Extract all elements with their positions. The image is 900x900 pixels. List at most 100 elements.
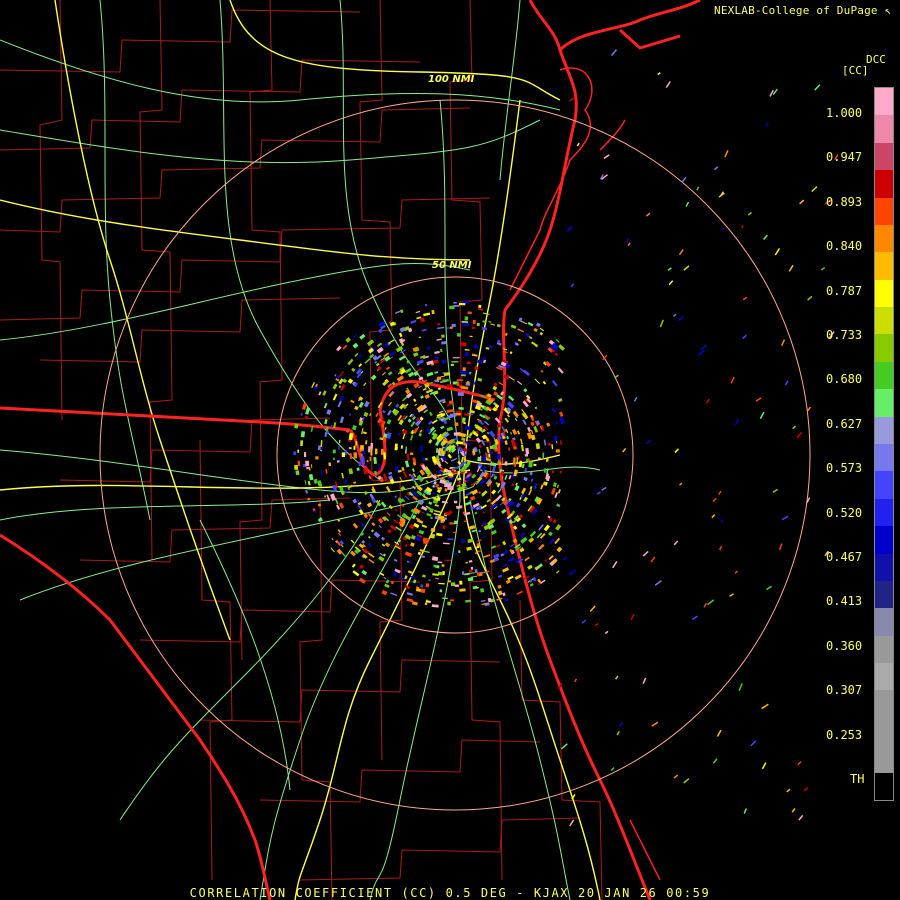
echo-gate xyxy=(462,367,466,371)
echo-gate xyxy=(460,370,468,375)
echo-gate xyxy=(305,460,310,467)
echo-gate xyxy=(457,392,464,397)
echo-gate xyxy=(441,334,445,338)
echo-gate xyxy=(303,452,307,458)
echo-gate xyxy=(375,448,378,455)
echo-gate xyxy=(468,569,473,574)
colorbar-segment xyxy=(875,334,893,363)
colorbar-tick-label: 0.787 xyxy=(826,283,863,298)
echo-gate xyxy=(353,445,356,450)
echo-gate xyxy=(487,458,492,462)
echo-gate xyxy=(453,531,458,534)
echo-gate xyxy=(358,461,362,467)
colorbar-tick-label: 0.307 xyxy=(826,683,863,698)
echo-gate xyxy=(446,383,453,388)
echo-gate xyxy=(516,457,518,465)
colorbar-tick-label: 0.253 xyxy=(826,727,863,742)
echo-gate xyxy=(513,457,516,465)
colorbar-tick-label: 0.680 xyxy=(826,372,863,387)
echo-gate xyxy=(332,449,336,454)
cursor-icon: ↖ xyxy=(884,4,892,17)
echo-gate xyxy=(300,440,304,446)
echo-gate xyxy=(369,456,372,462)
echo-gate xyxy=(445,511,450,516)
echo-gate xyxy=(424,303,428,307)
echo-gate xyxy=(328,462,332,467)
echo-gate xyxy=(294,464,299,470)
colorbar-segment xyxy=(875,663,893,691)
echo-gate xyxy=(453,301,457,304)
echo-gate xyxy=(370,448,373,456)
colorbar-segment xyxy=(875,115,893,144)
echo-gate xyxy=(441,564,445,567)
echo-gate xyxy=(448,473,453,477)
echo-gate xyxy=(462,511,466,515)
colorbar-segment xyxy=(875,635,893,664)
echo-gate xyxy=(451,323,456,327)
echo-gate xyxy=(453,553,458,555)
echo-gate xyxy=(320,446,323,451)
echo-gate xyxy=(341,452,346,458)
echo-gate xyxy=(551,470,555,474)
colorbar-tick-label: 0.413 xyxy=(826,594,863,609)
echo-gate xyxy=(449,599,454,602)
product-footer: CORRELATION COEFFICIENT (CC) 0.5 DEG - K… xyxy=(189,886,711,900)
echo-gate xyxy=(488,453,491,458)
echo-gate xyxy=(348,447,352,450)
echo-gate xyxy=(466,380,470,385)
echo-gate xyxy=(441,359,447,364)
echo-gate xyxy=(546,458,549,462)
echo-gate xyxy=(425,583,430,588)
echo-gate xyxy=(345,429,350,433)
echo-gate xyxy=(547,442,552,446)
colorbar-tick-label: 1.000 xyxy=(826,106,863,120)
echo-gate xyxy=(456,333,461,337)
echo-gate xyxy=(527,458,530,463)
colorbar-segment xyxy=(875,471,893,500)
echo-gate xyxy=(452,357,460,359)
colorbar-unit: [CC] xyxy=(842,64,869,77)
echo-gate xyxy=(333,457,335,460)
echo-gate xyxy=(462,571,465,576)
echo-gate xyxy=(524,454,529,457)
colorbar-tick-label: 0.947 xyxy=(826,150,863,165)
echo-gate xyxy=(468,371,472,375)
echo-gate xyxy=(293,451,297,455)
colorbar-segment xyxy=(875,498,893,527)
colorbar-tick-label: 0.360 xyxy=(826,638,863,653)
colorbar-segment xyxy=(875,279,893,308)
colorbar-segment xyxy=(875,608,893,637)
echo-gate xyxy=(461,374,466,377)
echo-gate xyxy=(477,456,481,462)
echo-gate xyxy=(368,446,371,453)
echo-gate xyxy=(476,322,480,327)
echo-gate xyxy=(458,303,466,306)
echo-gate xyxy=(447,601,451,606)
echo-gate xyxy=(461,322,470,327)
colorbar-segment xyxy=(875,580,893,609)
echo-gate xyxy=(349,453,352,459)
echo-gate xyxy=(360,456,365,464)
echo-gate xyxy=(356,467,360,471)
echo-gate xyxy=(444,559,451,561)
colorbar-segment xyxy=(875,88,893,116)
echo-gate xyxy=(471,353,475,357)
echo-gate xyxy=(450,363,454,367)
colorbar-tick-label: TH xyxy=(850,772,865,786)
echo-gate xyxy=(460,342,467,347)
echo-gate xyxy=(424,602,428,606)
echo-gate xyxy=(456,379,464,382)
echo-gate xyxy=(458,550,461,554)
range-ring-label-100: 100 NMI xyxy=(428,74,475,85)
colorbar-segment xyxy=(875,553,893,582)
echo-gate xyxy=(338,446,340,450)
echo-gate xyxy=(353,452,358,459)
colorbar-segment xyxy=(875,224,893,253)
echo-gate xyxy=(295,470,300,476)
colorbar-tick-label: 0.893 xyxy=(826,194,863,209)
colorbar-segment xyxy=(875,444,893,472)
echo-gate xyxy=(466,361,471,365)
echo-gate xyxy=(538,457,541,460)
colorbar-segment xyxy=(875,416,893,445)
colorbar-segment xyxy=(875,197,893,226)
